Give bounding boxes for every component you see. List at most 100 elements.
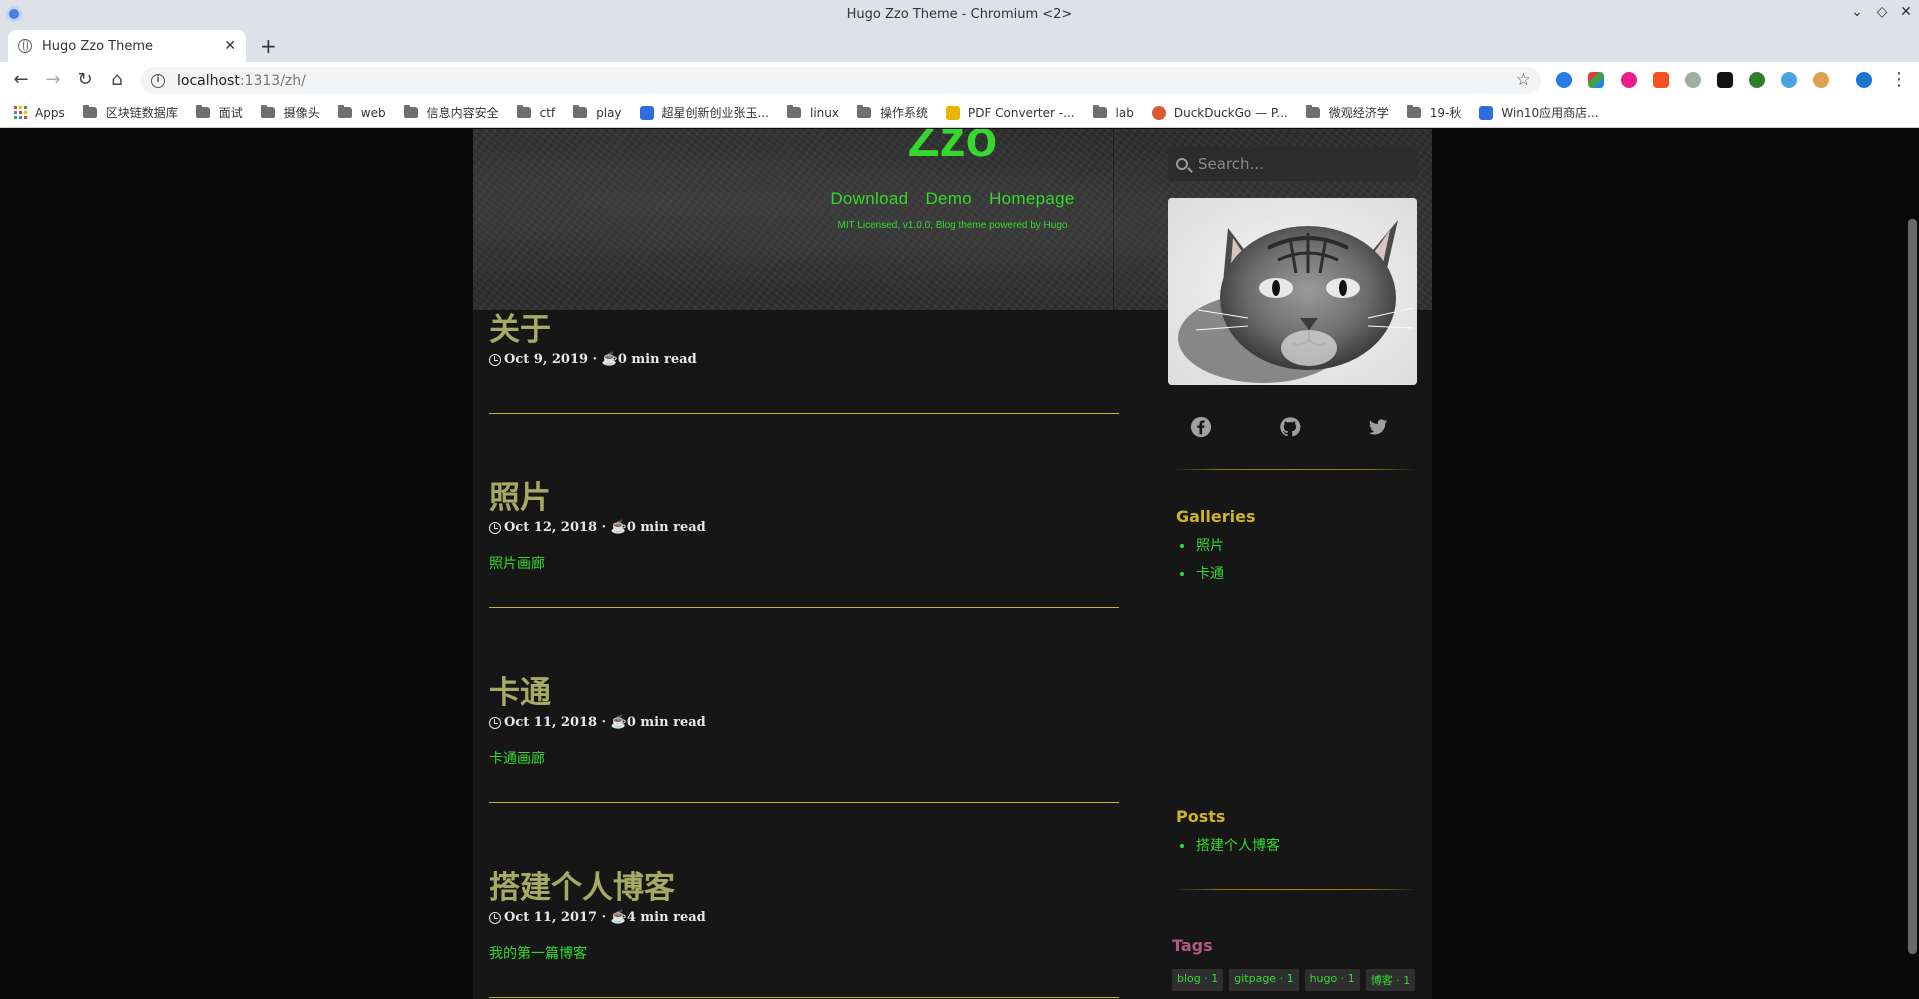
bookmark-label: lab: [1115, 105, 1134, 120]
post-divider: [489, 997, 1119, 998]
nav-download[interactable]: Download: [830, 189, 908, 208]
forward-icon[interactable]: →: [42, 70, 64, 90]
minimize-icon[interactable]: ⌄: [1847, 4, 1867, 20]
page-viewport: Zzo Download Demo Homepage MIT Licensed,…: [0, 129, 1919, 999]
tab-close-icon[interactable]: ✕: [224, 38, 236, 54]
extension-icon[interactable]: [1588, 72, 1604, 88]
page-container: Zzo Download Demo Homepage MIT Licensed,…: [473, 129, 1432, 999]
post-title[interactable]: 卡通: [489, 674, 1119, 712]
post-title[interactable]: 照片: [489, 479, 1119, 517]
info-icon[interactable]: i: [151, 73, 165, 88]
pdf-icon: [945, 105, 960, 120]
new-tab-icon[interactable]: +: [260, 34, 277, 58]
bookmark-star-icon[interactable]: ☆: [1516, 70, 1531, 90]
bookmark-item[interactable]: web: [337, 105, 386, 120]
bookmark-item[interactable]: 19-秋: [1406, 104, 1462, 121]
post-item: 卡通 Oct 11, 2018 · ☕0 min read 卡通画廊: [489, 674, 1119, 768]
folder-icon: [786, 105, 801, 118]
home-icon[interactable]: ⌂: [106, 70, 128, 90]
social-links: [1168, 416, 1417, 446]
post-meta: Oct 11, 2018 · ☕0 min read: [489, 715, 1119, 730]
bookmark-label: 信息内容安全: [426, 106, 499, 120]
folder-icon: [856, 105, 871, 118]
post-meta-text: Oct 11, 2018 · ☕0 min read: [504, 715, 706, 730]
post-summary[interactable]: 照片画廊: [489, 553, 1119, 573]
page-scrollbar[interactable]: [1908, 219, 1917, 954]
bookmark-label: 19-秋: [1429, 106, 1462, 120]
profile-avatar[interactable]: [1856, 72, 1872, 88]
bookmark-item[interactable]: play: [573, 105, 622, 120]
bookmark-label: 摄像头: [283, 106, 320, 120]
nav-homepage[interactable]: Homepage: [989, 189, 1075, 208]
search-box[interactable]: [1168, 147, 1417, 181]
clock-icon: [489, 521, 501, 534]
window-titlebar: Hugo Zzo Theme - Chromium <2> ⌄ ◇ ✕: [0, 0, 1919, 28]
bookmark-label: 面试: [218, 106, 243, 120]
bookmark-item[interactable]: ctf: [516, 105, 555, 120]
close-window-icon[interactable]: ✕: [1896, 4, 1916, 20]
duck-icon: [1151, 105, 1166, 120]
post-title[interactable]: 搭建个人博客: [489, 869, 1119, 907]
extension-icon[interactable]: [1813, 72, 1829, 88]
bookmark-item[interactable]: 微观经济学: [1305, 104, 1389, 121]
gallery-link[interactable]: 卡通: [1180, 560, 1224, 588]
clock-icon: [489, 353, 501, 366]
maximize-icon[interactable]: ◇: [1872, 4, 1892, 20]
post-item: 关于 Oct 9, 2019 · ☕0 min read: [489, 311, 1119, 367]
folder-icon: [573, 105, 588, 118]
avatar: [1168, 198, 1417, 385]
extension-icon[interactable]: [1781, 72, 1797, 88]
bookmark-item[interactable]: 摄像头: [260, 104, 320, 121]
bookmark-label: 微观经济学: [1328, 106, 1389, 120]
galleries-heading: Galleries: [1176, 507, 1256, 526]
post-divider: [489, 413, 1119, 414]
twitter-icon[interactable]: [1367, 416, 1389, 438]
address-bar[interactable]: i localhost :1313/zh/ ☆: [141, 67, 1541, 94]
extension-icon[interactable]: [1556, 72, 1572, 88]
bookmark-item[interactable]: 操作系统: [856, 104, 928, 121]
bookmark-item[interactable]: 信息内容安全: [403, 104, 499, 121]
post-meta-text: Oct 9, 2019 · ☕0 min read: [504, 352, 697, 367]
post-meta-text: Oct 12, 2018 · ☕0 min read: [504, 520, 706, 535]
back-icon[interactable]: ←: [10, 70, 32, 90]
tab-title: Hugo Zzo Theme: [42, 38, 154, 54]
apps-grid-icon: [14, 106, 27, 119]
bookmark-item[interactable]: Win10应用商店...: [1479, 104, 1599, 121]
bookmark-item[interactable]: lab: [1092, 105, 1134, 120]
bookmark-item[interactable]: PDF Converter -...: [945, 105, 1075, 120]
post-divider: [489, 802, 1119, 803]
post-meta: Oct 9, 2019 · ☕0 min read: [489, 352, 1119, 367]
galleries-list: 照片 卡通: [1180, 532, 1224, 588]
facebook-icon[interactable]: [1190, 416, 1212, 438]
clock-icon: [489, 716, 501, 729]
paw-icon: [639, 105, 654, 120]
post-meta: Oct 11, 2017 · ☕4 min read: [489, 910, 1119, 925]
bookmark-item[interactable]: linux: [786, 105, 839, 120]
tab-hugo-zzo[interactable]: Hugo Zzo Theme ✕: [8, 30, 246, 62]
bookmark-label: Apps: [35, 105, 65, 120]
post-title[interactable]: 关于: [489, 311, 1119, 349]
folder-icon: [82, 105, 97, 118]
extension-icon[interactable]: [1621, 72, 1637, 88]
extension-icon[interactable]: [1749, 72, 1765, 88]
gallery-link[interactable]: 照片: [1180, 532, 1224, 560]
nav-demo[interactable]: Demo: [925, 189, 972, 208]
post-summary[interactable]: 我的第一篇博客: [489, 943, 1119, 963]
bookmark-label: 超星创新创业张玉...: [661, 106, 769, 120]
bookmark-item[interactable]: DuckDuckGo — P...: [1151, 105, 1288, 120]
bookmark-label: 区块链数据库: [105, 106, 178, 120]
reload-icon[interactable]: ↻: [74, 70, 96, 90]
github-icon[interactable]: [1279, 416, 1301, 438]
bookmark-item[interactable]: 区块链数据库: [82, 104, 178, 121]
search-input[interactable]: [1198, 155, 1398, 173]
bookmark-item[interactable]: 面试: [195, 104, 243, 121]
extension-icon[interactable]: [1653, 72, 1669, 88]
post-summary[interactable]: 卡通画廊: [489, 748, 1119, 768]
bookmark-item[interactable]: Apps: [14, 106, 65, 120]
extension-icon[interactable]: [1685, 72, 1701, 88]
menu-kebab-icon[interactable]: ⋮: [1888, 70, 1910, 90]
bookmark-item[interactable]: 超星创新创业张玉...: [639, 104, 769, 121]
search-icon: [1176, 158, 1188, 170]
globe-icon: [18, 39, 32, 53]
extension-icon[interactable]: [1717, 72, 1733, 88]
